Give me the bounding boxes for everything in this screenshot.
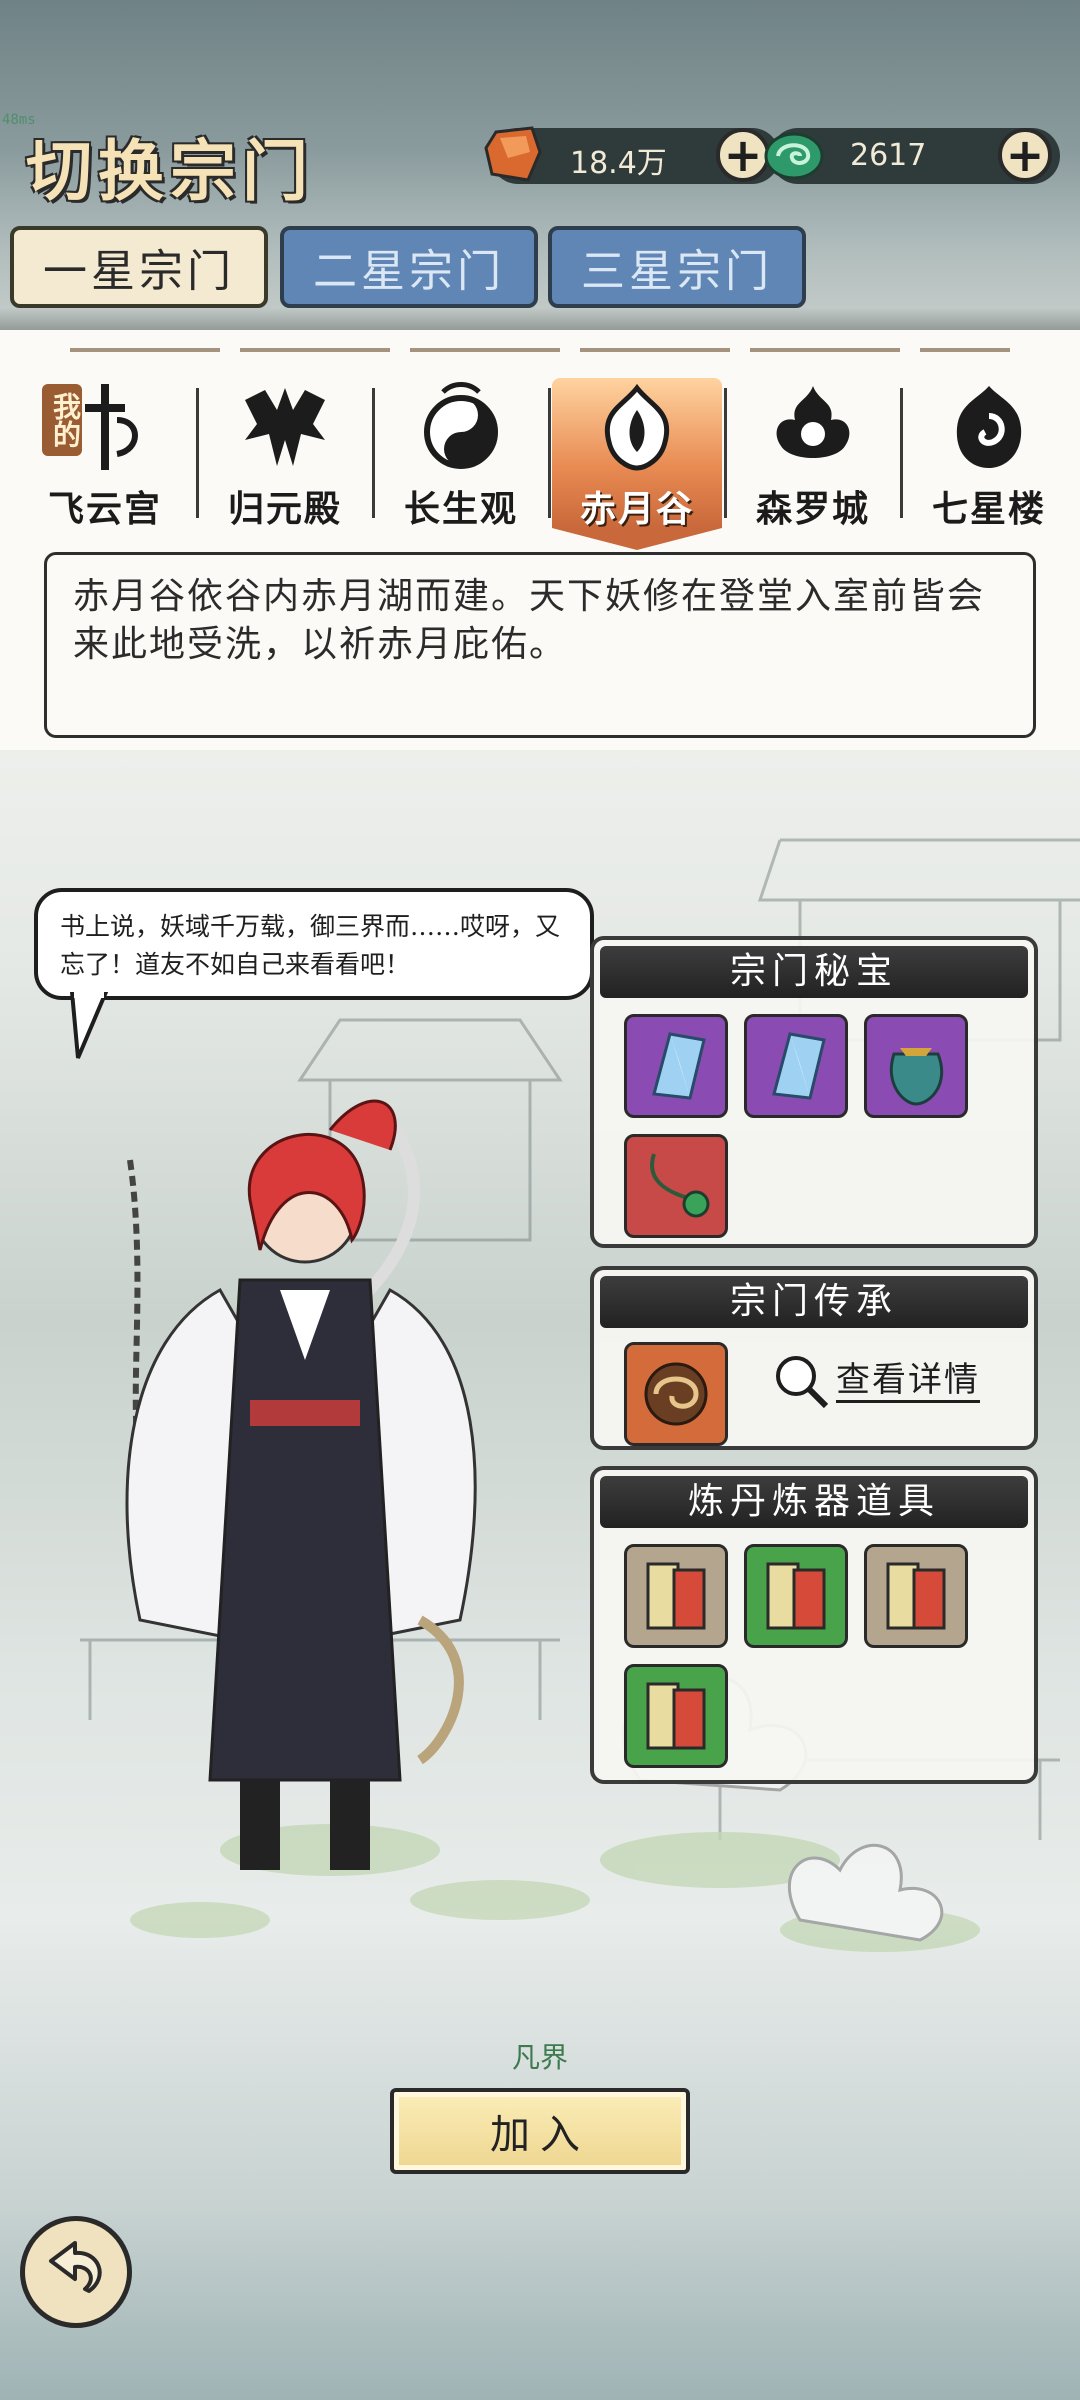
sect-item-feiyun[interactable]: 我的 飞云宫 [20, 378, 190, 530]
jade-swirl-icon [764, 132, 824, 180]
view-details-label: 查看详情 [836, 1360, 980, 1403]
speech-bubble: 书上说，妖域千万载，御三界而……哎呀，又忘了！道友不如自己来看看吧！ [34, 888, 594, 1000]
sect-item-changsheng[interactable]: 长生观 [376, 378, 546, 530]
alchemy-item[interactable] [624, 1664, 728, 1768]
yin-yang-icon [424, 382, 498, 469]
blue-crystal-icon [772, 1032, 826, 1100]
card-title: 炼丹炼器道具 [600, 1476, 1028, 1528]
alchemy-items [594, 1534, 1034, 1768]
ornamental-divider [70, 348, 1010, 352]
sect-label: 七星楼 [931, 488, 1046, 530]
sect-character-portrait [125, 1099, 477, 1870]
view-details-link[interactable]: 查看详情 [772, 1352, 980, 1410]
spiky-crest-icon [245, 388, 325, 466]
sect-item-chiyue[interactable]: 赤月谷 [552, 378, 722, 550]
swirl-flame-icon [956, 386, 1022, 468]
dragon-coil-icon [644, 1362, 708, 1426]
inheritance-item[interactable] [624, 1342, 728, 1446]
separator [372, 388, 375, 518]
separator [548, 388, 551, 518]
spirit-stone-icon [484, 126, 542, 182]
page-title: 切换宗门 [26, 132, 314, 210]
magnifier-icon [776, 1356, 829, 1409]
add-jade-button[interactable]: + [998, 128, 1052, 182]
sect-label: 森罗城 [755, 488, 870, 530]
treasure-item[interactable] [624, 1014, 728, 1118]
separator [900, 388, 903, 518]
card-title: 宗门传承 [600, 1276, 1028, 1328]
separator [196, 388, 199, 518]
join-sect-button[interactable]: 加入 [390, 2088, 690, 2174]
my-sect-badge: 我的 [42, 384, 82, 456]
flame-crescent-icon [604, 383, 670, 471]
sect-label: 赤月谷 [579, 488, 694, 530]
treasure-item[interactable] [624, 1134, 728, 1238]
tab-two-star[interactable]: 二星宗门 [280, 226, 538, 308]
spirit-stone-value: 18.4万 [570, 146, 667, 181]
recipe-book-icon [646, 1682, 706, 1750]
sect-item-guiyuan[interactable]: 归元殿 [200, 378, 370, 530]
alchemy-item[interactable] [864, 1544, 968, 1648]
sect-inheritance-card: 宗门传承 查看详情 [590, 1266, 1038, 1450]
treasure-items [594, 1004, 1034, 1238]
treasure-item[interactable] [864, 1014, 968, 1118]
treasure-item[interactable] [744, 1014, 848, 1118]
sect-treasure-card: 宗门秘宝 [590, 936, 1038, 1248]
blue-crystal-icon [652, 1032, 706, 1100]
recipe-book-icon [646, 1562, 706, 1630]
alchemy-item[interactable] [624, 1544, 728, 1648]
sect-item-senluo[interactable]: 森罗城 [728, 378, 898, 530]
sect-item-qixing[interactable]: 七星楼 [904, 378, 1074, 530]
sect-label: 归元殿 [227, 488, 342, 530]
alchemy-item[interactable] [744, 1544, 848, 1648]
dark-flame-icon [776, 386, 850, 458]
sect-label: 长生观 [403, 488, 518, 530]
recipe-book-icon [886, 1562, 946, 1630]
realm-label: 凡界 [511, 2041, 568, 2074]
jade-pouch-icon [889, 1048, 944, 1106]
sect-panel: 我的 飞云宫 归元殿 长生观 赤月谷 森罗城 七星楼 赤月谷依谷内赤月湖而建。天… [0, 330, 1080, 750]
separator [724, 388, 727, 518]
back-arrow-icon [49, 2241, 102, 2293]
back-button[interactable] [20, 2216, 132, 2328]
speech-bubble-tail [70, 992, 109, 1059]
sect-description: 赤月谷依谷内赤月湖而建。天下妖修在登堂入室前皆会来此地受洗，以祈赤月庇佑。 [44, 552, 1036, 738]
card-title: 宗门秘宝 [600, 946, 1028, 998]
inheritance-items [594, 1334, 1034, 1446]
alchemy-items-card: 炼丹炼器道具 [590, 1466, 1038, 1784]
sect-list: 我的 飞云宫 归元殿 长生观 赤月谷 森罗城 七星楼 [20, 378, 1060, 550]
jade-value: 2617 [850, 138, 927, 173]
tab-three-star[interactable]: 三星宗门 [548, 226, 806, 308]
sect-label: 飞云宫 [47, 488, 162, 530]
tab-one-star[interactable]: 一星宗门 [10, 226, 268, 308]
recipe-book-icon [766, 1562, 826, 1630]
jade-pendant-icon [650, 1153, 710, 1218]
